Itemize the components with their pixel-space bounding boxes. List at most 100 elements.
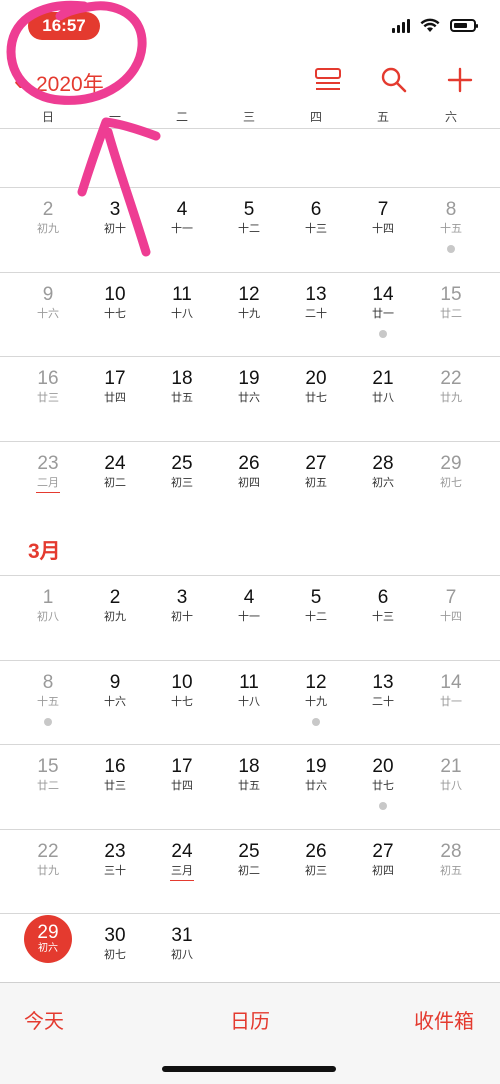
day-number: 20 — [305, 368, 327, 389]
lunar-date: 二十 — [372, 695, 394, 708]
lunar-date: 廿一 — [440, 695, 462, 708]
day-cell[interactable]: 10 十七 — [85, 284, 145, 321]
lunar-date: 廿一 — [372, 307, 394, 320]
day-cell[interactable]: 25 初二 — [219, 841, 279, 878]
day-cell[interactable]: 4 十一 — [152, 199, 212, 236]
day-number: 23 — [37, 452, 59, 474]
day-cell[interactable]: 12 十九 — [219, 284, 279, 321]
day-cell[interactable]: 3 初十 — [85, 199, 145, 236]
day-cell[interactable]: 5 十二 — [286, 587, 346, 624]
day-cell[interactable]: 7 十四 — [421, 587, 481, 624]
add-event-button[interactable] — [442, 62, 478, 98]
week-row: 8 十五 9 十六 10 十七 11 十八 12 十九 13 二十 14 廿一 — [0, 660, 500, 744]
day-cell[interactable]: 11 十八 — [152, 284, 212, 321]
day-cell[interactable]: 23 二月 — [18, 453, 78, 493]
day-cell[interactable]: 27 初五 — [286, 453, 346, 490]
day-cell[interactable]: 9 十六 — [18, 284, 78, 321]
calendars-tab[interactable]: 日历 — [230, 1005, 270, 1034]
day-number: 3 — [176, 587, 188, 608]
day-cell[interactable]: 21 廿八 — [421, 756, 481, 793]
weekday-label: 二 — [175, 110, 188, 124]
lunar-date: 初八 — [171, 949, 193, 961]
day-cell[interactable]: 25 初三 — [152, 453, 212, 490]
day-cell[interactable]: 29 初七 — [421, 453, 481, 490]
lunar-date: 初六 — [372, 476, 394, 489]
day-cell[interactable]: 12 十九 — [286, 672, 346, 726]
day-cell[interactable]: 22 廿九 — [421, 368, 481, 405]
day-cell[interactable]: 11 十八 — [219, 672, 279, 709]
day-cell[interactable]: 24 三月 — [152, 841, 212, 881]
day-cell[interactable]: 22 廿九 — [18, 841, 78, 878]
day-cell[interactable]: 17 廿四 — [152, 756, 212, 793]
day-cell[interactable]: 3 初十 — [152, 587, 212, 624]
lunar-date: 初五 — [305, 476, 327, 489]
day-cell[interactable]: 23 三十 — [85, 841, 145, 878]
lunar-date: 廿六 — [238, 392, 260, 404]
today-day-cell[interactable]: 29 初六 — [18, 915, 78, 963]
day-cell[interactable]: 6 十三 — [353, 587, 413, 624]
day-cell[interactable]: 15 廿二 — [421, 284, 481, 321]
day-cell[interactable]: 18 廿五 — [152, 368, 212, 405]
day-cell[interactable]: 14 廿一 — [421, 672, 481, 709]
day-cell[interactable]: 13 二十 — [286, 284, 346, 321]
day-cell[interactable]: 19 廿六 — [286, 756, 346, 793]
day-cell[interactable]: 27 初四 — [353, 841, 413, 878]
day-cell[interactable]: 2 初九 — [18, 199, 78, 236]
day-cell[interactable]: 28 初五 — [421, 841, 481, 878]
day-cell[interactable]: 8 十五 — [421, 199, 481, 253]
year-back-button[interactable]: 2020年 — [36, 68, 104, 98]
day-cell[interactable]: 1 初八 — [18, 587, 78, 624]
day-cell[interactable]: 7 十四 — [353, 199, 413, 236]
status-bar: 16:57 — [0, 0, 500, 56]
day-cell[interactable]: 21 廿八 — [353, 368, 413, 405]
day-cell[interactable]: 5 十二 — [219, 199, 279, 236]
back-chevron-icon[interactable]: ‹ — [14, 66, 38, 96]
day-cell[interactable]: 4 十一 — [219, 587, 279, 624]
day-cell[interactable]: 20 廿七 — [353, 756, 413, 810]
day-number: 25 — [171, 452, 193, 474]
day-cell[interactable]: 28 初六 — [353, 453, 413, 490]
day-cell[interactable]: 8 十五 — [18, 672, 78, 726]
list-view-button[interactable] — [310, 62, 346, 98]
day-cell[interactable]: 16 廿三 — [85, 756, 145, 793]
day-number: 8 — [445, 199, 457, 220]
lunar-date: 初九 — [104, 611, 126, 623]
week-row: 1 初八 2 初九 3 初十 4 十一 5 十二 6 十三 7 十四 — [0, 575, 500, 659]
day-cell[interactable]: 16 廿三 — [18, 368, 78, 405]
day-number: 2 — [42, 199, 54, 220]
day-cell[interactable]: 19 廿六 — [219, 368, 279, 405]
lunar-date: 十九 — [238, 307, 260, 320]
inbox-tab[interactable]: 收件箱 — [414, 1005, 474, 1034]
lunar-date: 廿二 — [37, 780, 59, 792]
day-number: 6 — [377, 587, 389, 608]
lunar-date: 廿五 — [238, 780, 260, 792]
day-cell[interactable]: 30 初七 — [85, 925, 145, 962]
day-number: 8 — [42, 671, 54, 693]
lunar-date: 廿三 — [104, 780, 126, 792]
month-calendar[interactable]: 初八2初九3初十4十一5十二6十三7十四8十五9十六10十七11十八12十九13… — [0, 128, 500, 982]
week-row: 22 廿九 23 三十 24 三月 25 初二 26 初三 27 初四 28 初五 — [0, 829, 500, 913]
day-number: 1 — [42, 587, 54, 608]
day-cell[interactable]: 6 十三 — [286, 199, 346, 236]
day-cell[interactable]: 31 初八 — [152, 925, 212, 962]
day-cell[interactable]: 2 初九 — [85, 587, 145, 624]
home-indicator — [162, 1066, 336, 1072]
day-cell[interactable]: 10 十七 — [152, 672, 212, 709]
day-cell[interactable]: 9 十六 — [85, 672, 145, 709]
day-cell[interactable]: 26 初四 — [219, 453, 279, 490]
day-number: 29 — [37, 922, 59, 943]
day-number: 10 — [104, 283, 126, 305]
today-tab[interactable]: 今天 — [24, 1005, 64, 1034]
weekday-label: 三 — [242, 110, 255, 124]
day-cell[interactable]: 14 廿一 — [353, 284, 413, 338]
day-cell[interactable]: 13 二十 — [353, 672, 413, 709]
day-cell[interactable]: 17 廿四 — [85, 368, 145, 405]
day-cell[interactable]: 26 初三 — [286, 841, 346, 878]
search-button[interactable] — [376, 62, 412, 98]
day-cell[interactable]: 15 廿二 — [18, 756, 78, 793]
day-cell[interactable]: 18 廿五 — [219, 756, 279, 793]
day-number: 13 — [372, 671, 394, 693]
day-cell[interactable]: 24 初二 — [85, 453, 145, 490]
day-number: 29 — [440, 452, 462, 474]
day-cell[interactable]: 20 廿七 — [286, 368, 346, 405]
